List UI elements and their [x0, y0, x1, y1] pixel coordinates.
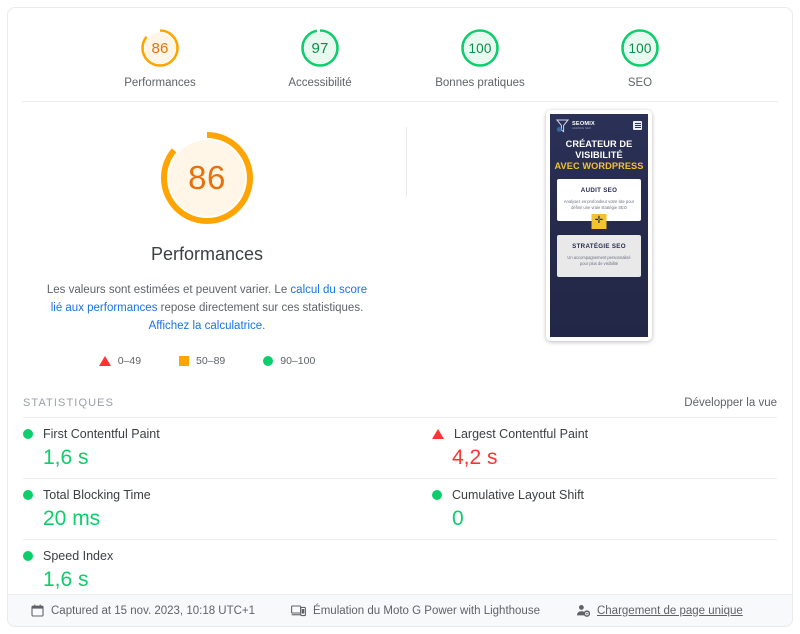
screenshot-card-strategie-seo: STRATÉGIE SEO Un accompagnement personna… [557, 234, 641, 277]
circle-green-icon [432, 490, 442, 500]
metric-largest-contentful-paint[interactable]: Largest Contentful Paint 4,2 s [400, 417, 777, 478]
metric-value: 4,2 s [452, 446, 498, 469]
footer-load-mode-text[interactable]: Chargement de page unique [597, 605, 743, 617]
report-footer: Captured at 15 nov. 2023, 10:18 UTC+1 Ém… [8, 594, 792, 626]
plus-badge-icon: ✛ [591, 213, 607, 229]
screenshot-logo: SEOMIX AGENCE SEO [555, 119, 595, 133]
summary-item-accessibilite[interactable]: 97 Accessibilité [266, 26, 374, 89]
summary-label-seo: SEO [627, 77, 653, 89]
expand-view-button[interactable]: Développer la vue [684, 397, 777, 409]
metric-name: Speed Index [43, 549, 114, 563]
screenshot-headline: CRÉATEUR DE VISIBILITÉ AVEC WORDPRESS [550, 137, 648, 172]
page-screenshot-thumbnail[interactable]: SEOMIX AGENCE SEO CRÉATEUR DE VISIBILITÉ… [546, 110, 652, 341]
screenshot-headline-line2: VISIBILITÉ [575, 150, 623, 160]
page-load-settings-icon [576, 604, 590, 617]
circle-green-icon [23, 490, 33, 500]
statistics-grid: First Contentful Paint 1,6 s Largest Con… [8, 417, 792, 600]
screenshot-card1-title: AUDIT SEO [580, 187, 618, 194]
performance-section: 86 Performances Les valeurs sont estimée… [8, 102, 792, 385]
metric-name: First Contentful Paint [43, 427, 160, 441]
summary-item-seo[interactable]: 100 SEO [586, 26, 694, 89]
mini-gauge-seo: 100 [618, 26, 662, 70]
footer-captured-text: Captured at 15 nov. 2023, 10:18 UTC+1 [51, 604, 256, 617]
mini-gauge-score-performances: 86 [151, 39, 169, 57]
summary-item-bonnes-pratiques[interactable]: 100 Bonnes pratiques [426, 26, 534, 89]
performance-description: Les valeurs sont estimées et peuvent var… [42, 281, 372, 335]
section-vertical-divider [406, 127, 407, 197]
triangle-red-icon [432, 429, 444, 439]
performance-desc-text-1: Les valeurs sont estimées et peuvent var… [46, 284, 291, 296]
metric-speed-index[interactable]: Speed Index 1,6 s [23, 539, 400, 600]
calendar-icon [31, 604, 44, 617]
circle-green-icon [263, 356, 274, 366]
metric-cumulative-layout-shift[interactable]: Cumulative Layout Shift 0 [400, 478, 777, 539]
metric-value: 20 ms [43, 507, 101, 530]
metric-value: 0 [452, 507, 464, 530]
screenshot-card2-title: STRATÉGIE SEO [572, 242, 626, 250]
footer-load-mode: Chargement de page unique [576, 604, 743, 617]
summary-label-accessibilite: Accessibilité [288, 77, 352, 89]
summary-label-bonnes-pratiques: Bonnes pratiques [435, 77, 525, 89]
circle-green-icon [23, 551, 33, 561]
funnel-logo-icon [555, 119, 570, 133]
performance-gauge: 86 [155, 126, 259, 230]
performance-title: Performances [150, 244, 264, 264]
performance-gauge-column: 86 Performances Les valeurs sont estimée… [8, 102, 406, 385]
score-summary-bar: 86 Performances 97 Accessibilité 100 Bon… [8, 8, 792, 101]
triangle-red-icon [98, 356, 111, 366]
mini-gauge-score-seo: 100 [628, 40, 652, 56]
metric-value: 1,6 s [43, 568, 89, 591]
calculator-link[interactable]: Affichez la calculatrice [149, 320, 263, 332]
performance-desc-text-3: . [262, 320, 266, 332]
legend-range-poor: 0–49 [117, 355, 142, 367]
summary-item-performances[interactable]: 86 Performances [106, 26, 214, 89]
screenshot-card2-body: Un accompagnement personnalisé pour plus… [567, 254, 631, 267]
devices-icon [291, 604, 306, 617]
screenshot-brand-tagline: AGENCE SEO [572, 127, 592, 130]
performance-gauge-score: 86 [188, 159, 226, 196]
metric-total-blocking-time[interactable]: Total Blocking Time 20 ms [23, 478, 400, 539]
screenshot-headline-line1: CRÉATEUR DE [565, 139, 633, 149]
statistics-header: STATISTIQUES Développer la vue [8, 385, 792, 417]
summary-label-performances: Performances [124, 77, 196, 89]
square-orange-icon [179, 356, 190, 366]
performance-desc-text-2: repose directement sur ces statistiques. [157, 302, 364, 314]
page-screenshot-content: SEOMIX AGENCE SEO CRÉATEUR DE VISIBILITÉ… [550, 114, 648, 337]
legend-item-poor: 0–49 [98, 355, 142, 367]
metric-first-contentful-paint[interactable]: First Contentful Paint 1,6 s [23, 417, 400, 478]
metric-value: 1,6 s [43, 446, 89, 469]
metric-name: Cumulative Layout Shift [452, 488, 585, 502]
pagespeed-report-card: 86 Performances 97 Accessibilité 100 Bon… [7, 7, 793, 627]
metric-name: Total Blocking Time [43, 488, 151, 502]
screenshot-card-audit-seo: AUDIT SEO Analysez en profondeur votre s… [557, 179, 641, 229]
screenshot-site-header: SEOMIX AGENCE SEO [550, 114, 648, 137]
footer-emulation: Émulation du Moto G Power with Lighthous… [291, 604, 540, 617]
legend-range-good: 90–100 [280, 355, 316, 367]
footer-emulation-text: Émulation du Moto G Power with Lighthous… [313, 604, 540, 617]
score-legend: 0–49 50–89 90–100 [98, 355, 315, 367]
screenshot-card1-body: Analysez en profondeur votre site pour d… [563, 199, 635, 211]
page-screenshot-column: SEOMIX AGENCE SEO CRÉATEUR DE VISIBILITÉ… [406, 102, 792, 385]
screenshot-headline-line3: AVEC WORDPRESS [554, 161, 644, 171]
legend-range-average: 50–89 [196, 355, 226, 367]
mini-gauge-score-accessibilite: 97 [311, 39, 329, 57]
mini-gauge-bonnes-pratiques: 100 [458, 26, 502, 70]
legend-item-average: 50–89 [179, 355, 225, 367]
metric-placeholder [400, 539, 777, 600]
metric-name: Largest Contentful Paint [454, 427, 589, 441]
mini-gauge-score-bonnes-pratiques: 100 [468, 40, 492, 56]
hamburger-menu-icon [633, 121, 642, 130]
mini-gauge-accessibilite: 97 [298, 26, 342, 70]
mini-gauge-performances: 86 [138, 26, 182, 70]
statistics-title: STATISTIQUES [23, 397, 115, 409]
circle-green-icon [23, 429, 33, 439]
footer-captured: Captured at 15 nov. 2023, 10:18 UTC+1 [31, 604, 255, 617]
legend-item-good: 90–100 [263, 355, 315, 367]
